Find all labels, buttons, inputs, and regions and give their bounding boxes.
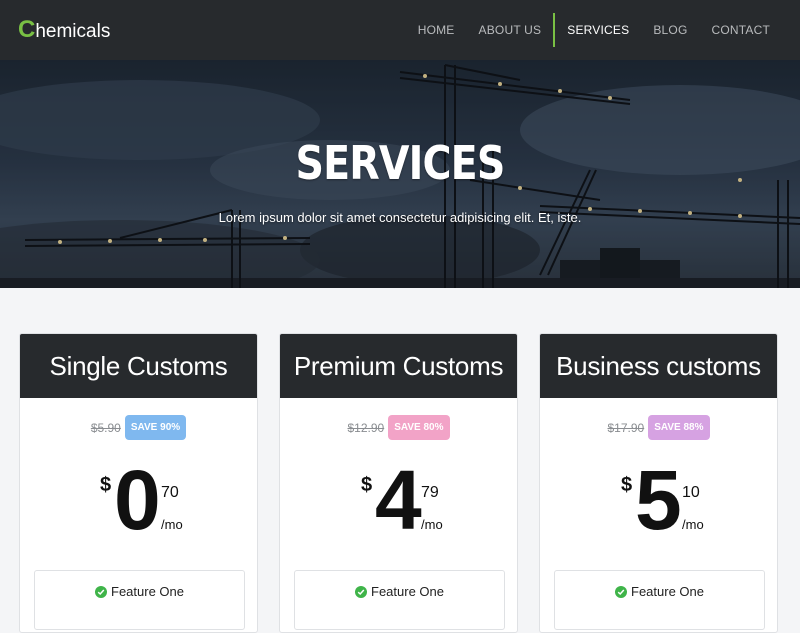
nav-link-home[interactable]: HOME bbox=[406, 13, 467, 47]
price-discount-line: $5.90 SAVE 90% bbox=[20, 415, 257, 440]
feature-item: Feature One bbox=[371, 584, 444, 599]
feature-list: Feature One bbox=[554, 570, 765, 630]
feature-list: Feature One bbox=[294, 570, 505, 630]
feature-item: Feature One bbox=[631, 584, 704, 599]
nav-menu: HOME ABOUT US SERVICES BLOG CONTACT bbox=[406, 0, 782, 60]
price-cents: 70 bbox=[161, 484, 179, 501]
old-price: $5.90 bbox=[90, 420, 121, 435]
pricing-card-title: Business customs bbox=[540, 334, 777, 398]
price-currency: $ bbox=[361, 474, 373, 496]
page-title: SERVICES bbox=[295, 136, 505, 190]
brand-first-letter: C bbox=[18, 16, 36, 43]
price-discount-line: $12.90 SAVE 80% bbox=[280, 415, 517, 440]
navbar: Chemicals HOME ABOUT US SERVICES BLOG CO… bbox=[0, 0, 800, 60]
price-display: $ 4 79 /mo bbox=[280, 458, 517, 550]
nav-link-about-us[interactable]: ABOUT US bbox=[467, 13, 554, 47]
check-circle-icon bbox=[95, 586, 107, 598]
hero-subtitle: Lorem ipsum dolor sit amet consectetur a… bbox=[218, 210, 582, 225]
price-display: $ 0 70 /mo bbox=[20, 458, 257, 550]
pricing-card-single-customs: Single Customs $5.90 SAVE 90% $ 0 70 /mo… bbox=[19, 333, 258, 633]
pricing-card-title: Premium Customs bbox=[280, 334, 517, 398]
nav-link-blog[interactable]: BLOG bbox=[641, 13, 699, 47]
check-circle-icon bbox=[615, 586, 627, 598]
old-price: $17.90 bbox=[607, 420, 645, 435]
feature-item: Feature One bbox=[111, 584, 184, 599]
old-price: $12.90 bbox=[347, 420, 385, 435]
save-badge: SAVE 80% bbox=[388, 415, 450, 440]
pricing-card-premium-customs: Premium Customs $12.90 SAVE 80% $ 4 79 /… bbox=[279, 333, 518, 633]
price-display: $ 5 10 /mo bbox=[540, 458, 777, 550]
save-badge: SAVE 88% bbox=[648, 415, 710, 440]
price-amount: 0 bbox=[114, 453, 161, 547]
price-cents: 10 bbox=[682, 484, 700, 501]
price-period: /mo bbox=[421, 517, 443, 532]
nav-link-services[interactable]: SERVICES bbox=[553, 13, 641, 47]
price-cents: 79 bbox=[421, 484, 439, 501]
price-period: /mo bbox=[161, 517, 183, 532]
save-badge: SAVE 90% bbox=[124, 415, 187, 440]
check-circle-icon bbox=[355, 586, 367, 598]
pricing-card-business-customs: Business customs $17.90 SAVE 88% $ 5 10 … bbox=[539, 333, 778, 633]
price-period: /mo bbox=[682, 517, 704, 532]
price-amount: 5 bbox=[635, 453, 682, 547]
price-currency: $ bbox=[621, 474, 633, 496]
price-amount: 4 bbox=[375, 453, 422, 547]
hero-banner: SERVICES Lorem ipsum dolor sit amet cons… bbox=[0, 60, 800, 288]
price-discount-line: $17.90 SAVE 88% bbox=[540, 415, 777, 440]
brand-logo[interactable]: Chemicals bbox=[18, 16, 110, 44]
nav-link-contact[interactable]: CONTACT bbox=[699, 13, 782, 47]
pricing-card-title: Single Customs bbox=[20, 334, 257, 398]
brand-rest: hemicals bbox=[35, 21, 111, 42]
feature-list: Feature One bbox=[34, 570, 245, 630]
price-currency: $ bbox=[100, 474, 112, 496]
